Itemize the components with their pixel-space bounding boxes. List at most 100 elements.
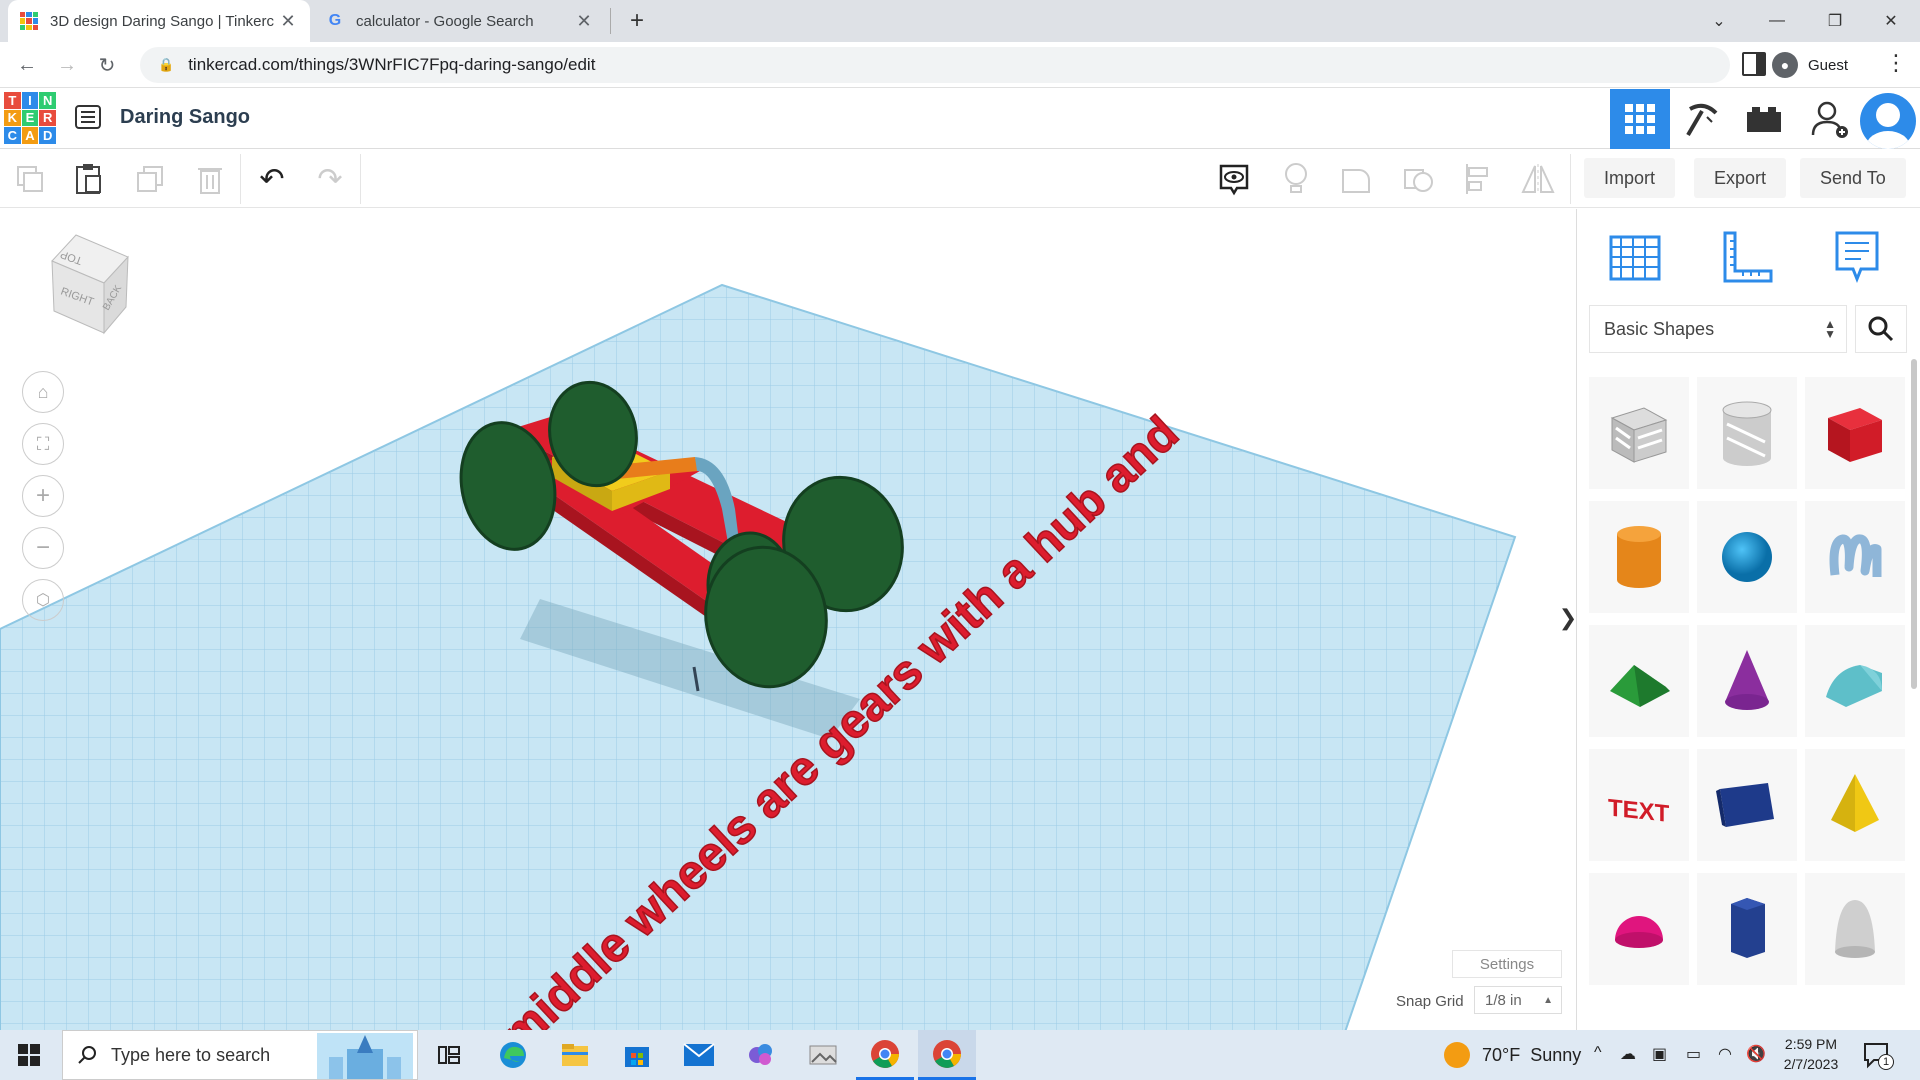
workplane-grid-icon[interactable] — [1607, 229, 1663, 285]
align-icon[interactable] — [1456, 158, 1500, 200]
shape-cone[interactable] — [1697, 625, 1797, 737]
edge-browser-icon[interactable] — [484, 1030, 542, 1080]
shape-generators[interactable] — [1697, 749, 1797, 861]
redo-icon[interactable]: ↷ — [308, 158, 352, 200]
speaker-muted-icon[interactable]: 🔇 — [1746, 1044, 1766, 1064]
home-view-icon[interactable]: ⌂ — [22, 371, 64, 413]
duplicate-icon[interactable] — [128, 158, 172, 200]
send-to-button[interactable]: Send To — [1800, 158, 1906, 198]
shape-sphere[interactable] — [1697, 501, 1797, 613]
chevron-up-icon[interactable]: ^ — [1594, 1044, 1602, 1062]
show-hide-notes-icon[interactable] — [1212, 158, 1256, 200]
copilot-app-icon[interactable] — [732, 1030, 790, 1080]
ungroup-icon[interactable] — [1396, 158, 1440, 200]
3d-design-grid-icon[interactable] — [1610, 89, 1670, 149]
tab-google-search[interactable]: G calculator - Google Search ✕ — [314, 0, 606, 42]
task-view-icon[interactable] — [420, 1030, 478, 1080]
settings-button[interactable]: Settings — [1452, 950, 1562, 978]
shape-cylinder[interactable] — [1589, 501, 1689, 613]
notifications-icon[interactable]: 1 — [1862, 1040, 1894, 1070]
mirror-icon[interactable] — [1516, 158, 1560, 200]
clock[interactable]: 2:59 PM 2/7/2023 — [1778, 1034, 1844, 1074]
forward-arrow-icon[interactable]: → — [52, 50, 82, 80]
taskbar-search-box[interactable]: Type here to search — [62, 1030, 418, 1080]
panel-scrollbar[interactable] — [1911, 359, 1917, 689]
caret-up-icon: ▲ — [1543, 994, 1553, 1006]
shape-scribble[interactable] — [1805, 501, 1905, 613]
workplane-viewport[interactable]: middle wheels are gears with a hub and T… — [0, 209, 1575, 1032]
chrome-window-2-icon[interactable] — [918, 1030, 976, 1080]
taskbar-search-placeholder: Type here to search — [111, 1044, 271, 1065]
mail-icon[interactable] — [670, 1030, 728, 1080]
design-title[interactable]: Daring Sango — [120, 106, 250, 129]
paste-icon[interactable] — [66, 158, 110, 200]
codeblocks-pickaxe-icon[interactable] — [1672, 89, 1732, 149]
ruler-icon[interactable] — [1719, 229, 1775, 285]
address-bar[interactable]: 🔒 tinkercad.com/things/3WNrFIC7Fpq-darin… — [140, 47, 1730, 83]
close-tab-icon[interactable]: ✕ — [574, 11, 594, 32]
avatar-icon: ● — [1772, 52, 1798, 78]
shape-half-sphere[interactable] — [1589, 873, 1689, 985]
user-avatar[interactable] — [1860, 93, 1916, 149]
fit-all-icon[interactable]: ⛶ — [22, 423, 64, 465]
weather-widget[interactable]: 70°F Sunny — [1444, 1030, 1581, 1080]
group-icon[interactable] — [1334, 158, 1378, 200]
search-shapes-button[interactable] — [1855, 305, 1907, 353]
zoom-in-icon[interactable]: + — [22, 475, 64, 517]
shape-roof[interactable] — [1589, 625, 1689, 737]
tab-divider — [610, 8, 611, 34]
shape-round-roof[interactable] — [1805, 625, 1905, 737]
bricks-icon[interactable] — [1734, 89, 1794, 149]
view-cube[interactable]: TOP RIGHT BACK — [24, 231, 134, 341]
tab-tinkercad[interactable]: 3D design Daring Sango | Tinkerc ✕ — [8, 0, 310, 42]
tinkercad-logo[interactable]: T I N K E R C A D — [4, 92, 56, 144]
side-panel-icon[interactable] — [1742, 52, 1766, 76]
shape-box-hole[interactable] — [1589, 377, 1689, 489]
import-button[interactable]: Import — [1584, 158, 1676, 198]
svg-text:TEXT: TEXT — [1608, 794, 1670, 825]
profile-button[interactable]: ● Guest — [1772, 47, 1848, 83]
lightbulb-icon[interactable] — [1274, 158, 1318, 200]
profile-label: Guest — [1808, 56, 1849, 74]
close-tab-icon[interactable]: ✕ — [278, 11, 298, 32]
close-window-button[interactable]: ✕ — [1862, 0, 1920, 42]
battery-icon[interactable]: ▭ — [1686, 1044, 1701, 1064]
chrome-window-1-icon[interactable] — [856, 1030, 914, 1080]
wifi-icon[interactable]: ◠ — [1718, 1044, 1732, 1064]
reload-icon[interactable]: ↻ — [92, 50, 122, 80]
shape-box[interactable] — [1805, 377, 1905, 489]
shape-pyramid[interactable] — [1805, 749, 1905, 861]
clock-date: 2/7/2023 — [1783, 1056, 1839, 1072]
back-arrow-icon[interactable]: ← — [12, 50, 42, 80]
shape-library-select[interactable]: Basic Shapes ▲ ▼ — [1589, 305, 1847, 353]
export-button[interactable]: Export — [1694, 158, 1787, 198]
file-explorer-icon[interactable] — [546, 1030, 604, 1080]
design-list-icon[interactable] — [74, 103, 102, 131]
microsoft-store-icon[interactable] — [608, 1030, 666, 1080]
shape-cylinder-hole[interactable] — [1697, 377, 1797, 489]
snap-grid-select[interactable]: 1/8 in ▲ — [1474, 986, 1562, 1014]
new-tab-button[interactable]: + — [622, 6, 652, 36]
onedrive-cloud-icon[interactable]: ☁ — [1620, 1044, 1636, 1064]
perspective-cube-icon[interactable]: ⬡ — [22, 579, 64, 621]
lock-icon: 🔒 — [158, 57, 175, 72]
tab-search-chevron-down-icon[interactable]: ⌄ — [1690, 0, 1748, 42]
notes-icon[interactable] — [1829, 229, 1885, 285]
zoom-out-icon[interactable]: − — [22, 527, 64, 569]
workplane-scene[interactable]: middle wheels are gears with a hub and — [0, 209, 1575, 1032]
photos-app-icon[interactable] — [794, 1030, 852, 1080]
panel-collapse-chevron-icon[interactable]: ❯ — [1558, 590, 1578, 646]
copy-icon[interactable] — [8, 158, 52, 200]
add-user-icon[interactable] — [1800, 89, 1860, 149]
shape-paraboloid[interactable] — [1805, 873, 1905, 985]
undo-icon[interactable]: ↶ — [250, 158, 294, 200]
weather-desc: Sunny — [1530, 1044, 1582, 1065]
windows-start-icon[interactable] — [0, 1030, 58, 1080]
shape-polygon[interactable] — [1697, 873, 1797, 985]
restore-button[interactable]: ❐ — [1806, 0, 1864, 42]
more-menu-icon[interactable]: ⋮ — [1884, 50, 1908, 80]
shape-text[interactable]: TEXT — [1589, 749, 1689, 861]
device-icon[interactable]: ▣ — [1652, 1044, 1667, 1064]
minimize-button[interactable]: — — [1748, 0, 1806, 42]
trash-icon[interactable] — [188, 158, 232, 200]
